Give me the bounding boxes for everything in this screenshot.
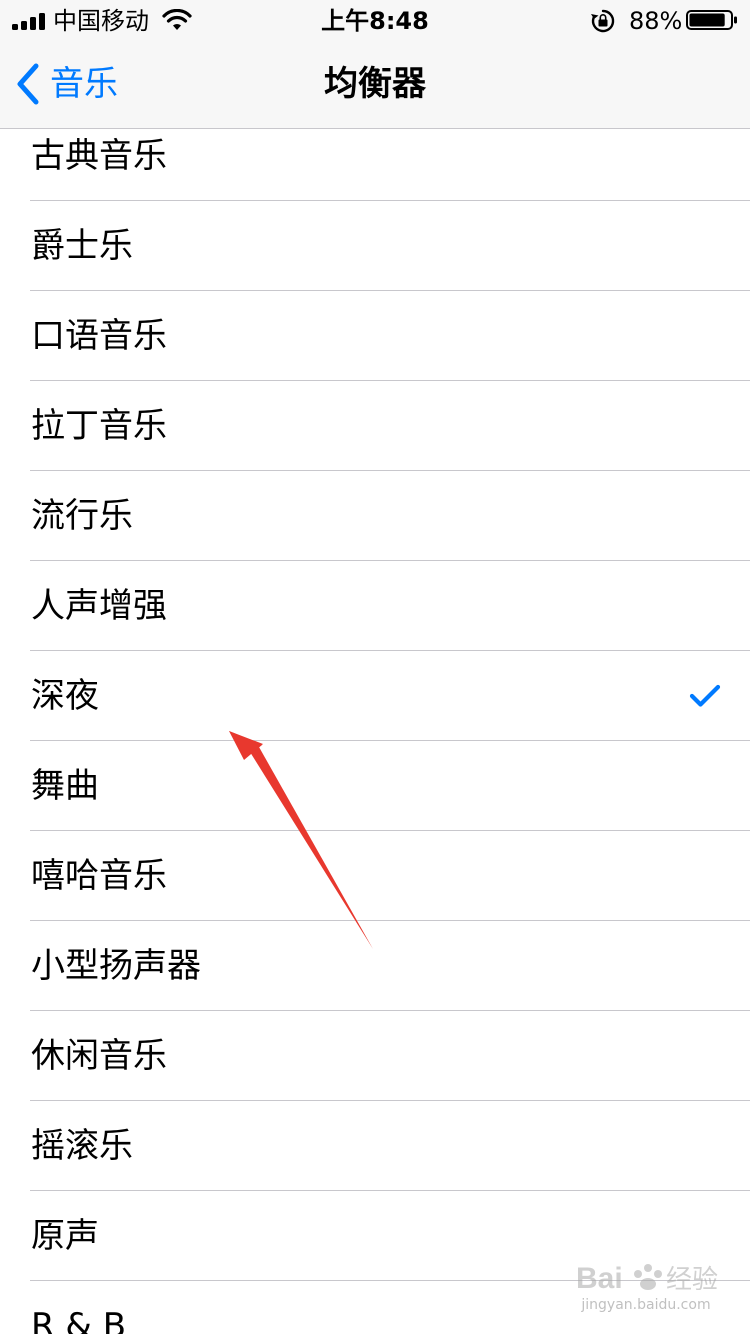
list-item-lounge[interactable]: 休闲音乐: [0, 1011, 750, 1101]
equalizer-list: 古典音乐 爵士乐 口语音乐 拉丁音乐 流行乐 人声增强 深夜 舞曲 嘻哈音乐 小…: [0, 111, 750, 1334]
list-item-vocal-booster[interactable]: 人声增强: [0, 561, 750, 651]
list-item-label: 拉丁音乐: [31, 406, 167, 446]
list-item-acoustic[interactable]: 原声: [0, 1191, 750, 1281]
list-item-hip-hop[interactable]: 嘻哈音乐: [0, 831, 750, 921]
list-item-spoken-word[interactable]: 口语音乐: [0, 291, 750, 381]
list-item-label: 深夜: [31, 676, 99, 716]
list-item-pop[interactable]: 流行乐: [0, 471, 750, 561]
list-item-label: 原声: [31, 1216, 99, 1256]
rotation-lock-icon: [591, 9, 615, 33]
list-item-label: 休闲音乐: [31, 1036, 167, 1076]
status-bar: 中国移动 上午8:48 88%: [0, 0, 750, 40]
list-item-rock[interactable]: 摇滚乐: [0, 1101, 750, 1191]
list-item-label: 舞曲: [31, 766, 99, 806]
list-item-classical[interactable]: 古典音乐: [0, 111, 750, 201]
screen: 中国移动 上午8:48 88% 音乐 均衡器 古典音乐 爵士乐 口语音乐 拉丁音…: [0, 0, 750, 1334]
page-title: 均衡器: [324, 64, 426, 104]
battery-icon: [686, 10, 737, 30]
list-item-label: 摇滚乐: [31, 1126, 133, 1166]
checkmark-icon: [689, 684, 721, 707]
list-item-label: 古典音乐: [31, 136, 167, 176]
list-item-label: 流行乐: [31, 496, 133, 536]
list-item-dance[interactable]: 舞曲: [0, 741, 750, 831]
list-item-label: 人声增强: [31, 586, 167, 626]
battery-percent: 88%: [629, 7, 683, 35]
list-item-label: 爵士乐: [31, 226, 133, 266]
list-item-r-and-b[interactable]: R & B: [0, 1281, 750, 1334]
list-item-small-speakers[interactable]: 小型扬声器: [0, 921, 750, 1011]
list-item-label: 嘻哈音乐: [31, 856, 167, 896]
list-item-label: R & B: [31, 1306, 127, 1334]
list-item-jazz[interactable]: 爵士乐: [0, 201, 750, 291]
list-item-label: 小型扬声器: [31, 946, 201, 986]
list-item-late-night[interactable]: 深夜: [0, 651, 750, 741]
list-item-latin[interactable]: 拉丁音乐: [0, 381, 750, 471]
list-item-label: 口语音乐: [31, 316, 167, 356]
